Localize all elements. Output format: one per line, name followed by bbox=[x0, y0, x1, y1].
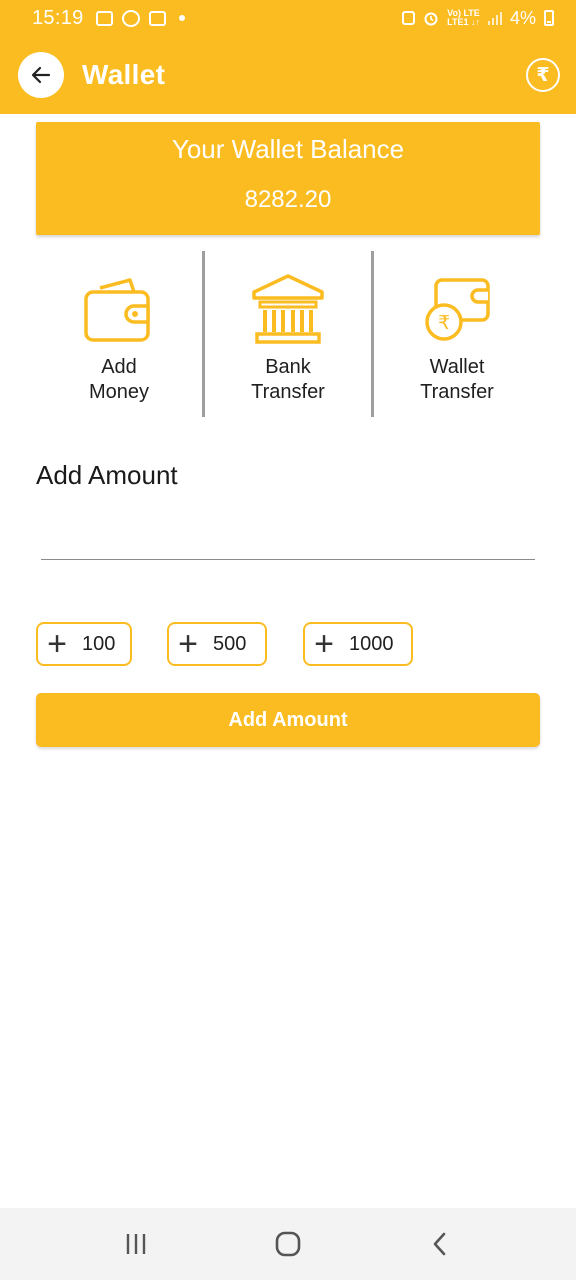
bank-transfer-label-line1: Bank bbox=[265, 356, 311, 378]
plus-icon: + bbox=[47, 625, 67, 663]
more-notifications-icon bbox=[178, 15, 185, 21]
battery-icon bbox=[544, 10, 554, 26]
app-bar: Wallet ₹ bbox=[0, 36, 576, 114]
arrow-left-icon bbox=[31, 66, 51, 84]
wallet-transfer-label-line1: Wallet bbox=[429, 356, 485, 378]
app-notification-icon bbox=[148, 10, 166, 26]
system-nav-bar bbox=[0, 1208, 576, 1280]
network-type-bottom: LTE1 ↓↑ bbox=[447, 17, 480, 27]
system-icons: Vo) LTE LTE1 ↓↑ 4% bbox=[402, 8, 554, 29]
wallet-balance-card: Your Wallet Balance 8282.20 bbox=[36, 122, 540, 235]
back-button[interactable] bbox=[18, 52, 64, 98]
wallet-transfer-action[interactable]: ₹ Wallet Transfer bbox=[374, 243, 540, 423]
add-money-action[interactable]: Add Money bbox=[36, 243, 202, 423]
svg-text:₹: ₹ bbox=[438, 312, 450, 334]
chip-amount: 100 bbox=[82, 632, 116, 655]
add-amount-heading: Add Amount bbox=[36, 460, 178, 490]
chip-amount: 500 bbox=[213, 632, 247, 655]
network-type: Vo) LTE LTE1 ↓↑ bbox=[447, 9, 480, 27]
bank-transfer-label: Bank Transfer bbox=[251, 355, 325, 405]
add-money-label-line1: Add bbox=[101, 356, 137, 378]
wallet-icon bbox=[84, 278, 150, 342]
recent-apps-button[interactable] bbox=[106, 1219, 166, 1269]
balance-label: Your Wallet Balance bbox=[171, 134, 405, 164]
signal-icon bbox=[487, 11, 502, 25]
recent-apps-icon bbox=[126, 1234, 146, 1254]
alarm-icon bbox=[424, 12, 438, 26]
add-1000-chip[interactable]: + 1000 bbox=[303, 622, 413, 666]
add-money-label-line2: Money bbox=[88, 381, 150, 403]
add-amount-button[interactable]: Add Amount bbox=[36, 693, 540, 747]
plus-icon: + bbox=[178, 625, 198, 663]
back-nav-button[interactable] bbox=[410, 1219, 470, 1269]
rupee-icon: ₹ bbox=[536, 64, 550, 86]
balance-value: 8282.20 bbox=[244, 186, 332, 213]
home-button[interactable] bbox=[258, 1219, 318, 1269]
status-bar: 15:19 Vo) LTE LTE1 ↓↑ 4% bbox=[0, 0, 576, 36]
chip-amount: 1000 bbox=[349, 632, 394, 655]
status-time: 15:19 bbox=[32, 6, 84, 29]
sim-icon bbox=[402, 11, 416, 25]
bank-transfer-action[interactable]: Bank Transfer bbox=[205, 243, 371, 423]
bank-transfer-label-line2: Transfer bbox=[251, 381, 325, 403]
wallet-transfer-label-line2: Transfer bbox=[420, 381, 494, 403]
bank-icon bbox=[252, 274, 324, 344]
wallet-transfer-label: Wallet Transfer bbox=[420, 355, 494, 405]
amount-input[interactable] bbox=[41, 520, 535, 560]
home-icon bbox=[275, 1231, 301, 1257]
add-money-label: Add Money bbox=[89, 355, 149, 405]
jio-icon bbox=[121, 9, 140, 27]
add-100-chip[interactable]: + 100 bbox=[36, 622, 132, 666]
back-chevron-icon bbox=[433, 1232, 446, 1256]
gallery-icon bbox=[95, 10, 113, 26]
plus-icon: + bbox=[314, 625, 334, 663]
battery-percent: 4% bbox=[509, 7, 536, 28]
notification-icons bbox=[95, 9, 185, 27]
wallet-actions: Add Money Bank Transfer ₹ Wallet Transfe… bbox=[36, 243, 540, 423]
rupee-button[interactable]: ₹ bbox=[526, 58, 560, 92]
page-title: Wallet bbox=[82, 59, 166, 90]
wallet-transfer-icon: ₹ bbox=[425, 278, 490, 341]
add-500-chip[interactable]: + 500 bbox=[167, 622, 267, 666]
